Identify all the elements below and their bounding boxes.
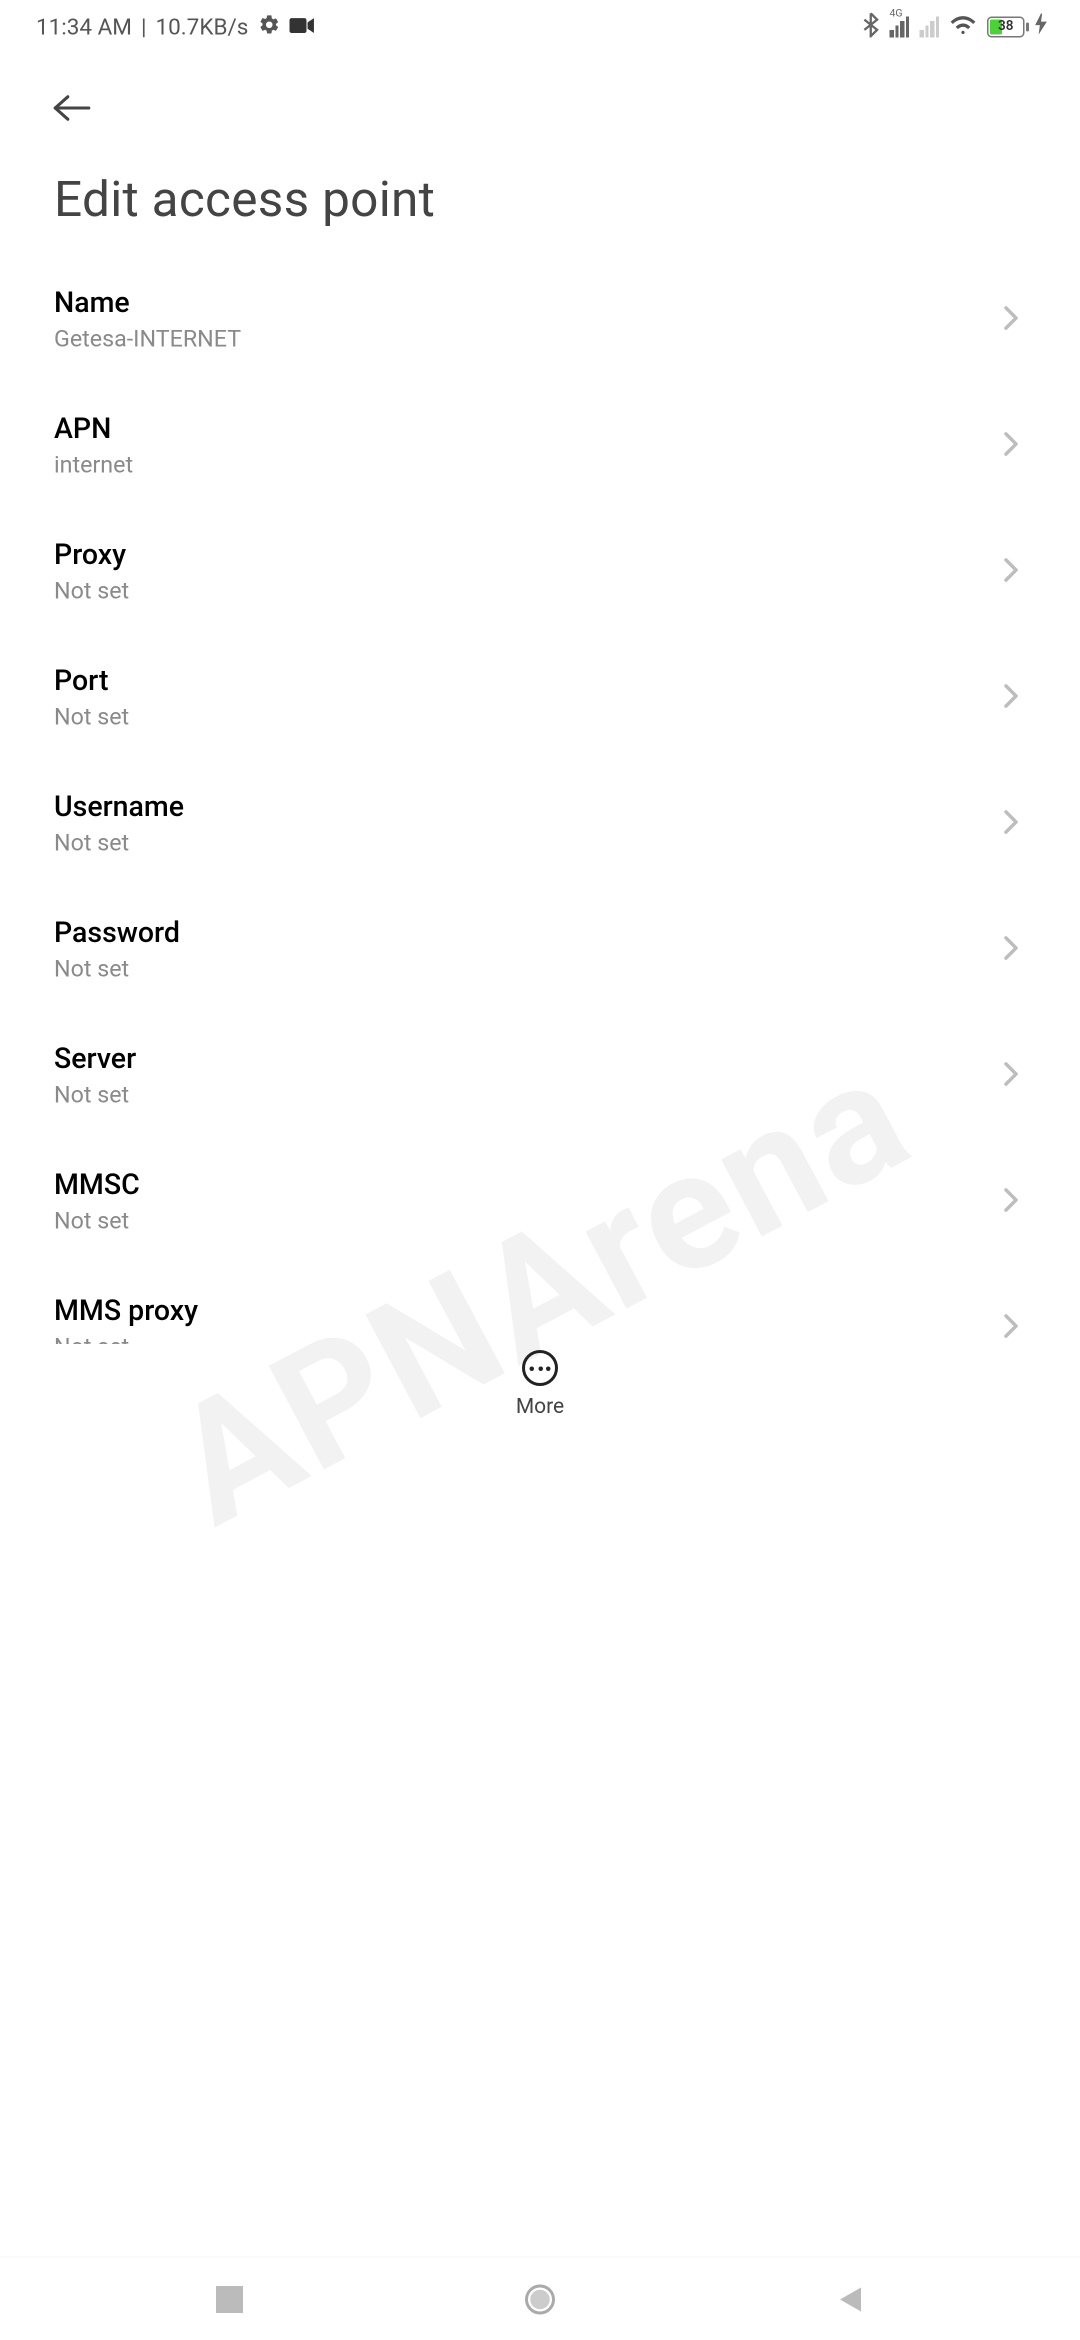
apn-field-row[interactable]: Username Not set xyxy=(0,759,1080,885)
field-value: Not set xyxy=(54,1333,198,1344)
more-label: More xyxy=(516,1395,564,1419)
nav-back-button[interactable] xyxy=(820,2269,880,2329)
chevron-right-icon xyxy=(996,1185,1026,1215)
chevron-right-icon xyxy=(996,681,1026,711)
apn-field-row[interactable]: Server Not set xyxy=(0,1011,1080,1137)
field-label: Port xyxy=(54,662,129,697)
signal-4g-icon: 4G xyxy=(890,17,910,38)
field-label: Proxy xyxy=(54,536,129,571)
chevron-right-icon xyxy=(996,933,1026,963)
field-value: Getesa-INTERNET xyxy=(54,325,241,352)
apn-field-row[interactable]: MMS proxy Not set xyxy=(0,1263,1080,1344)
field-value: internet xyxy=(54,451,133,478)
signal-sim2-icon xyxy=(920,17,940,38)
ellipsis-icon xyxy=(522,1350,558,1386)
content-viewport: Name Getesa-INTERNET APN internet Proxy … xyxy=(0,249,1080,1344)
header xyxy=(0,54,1080,147)
field-value: Not set xyxy=(54,1081,136,1108)
chevron-right-icon xyxy=(996,1059,1026,1089)
chevron-right-icon xyxy=(996,1311,1026,1341)
bluetooth-icon xyxy=(863,11,880,43)
apn-field-row[interactable]: APN internet xyxy=(0,381,1080,507)
status-time: 11:34 AM xyxy=(36,14,132,41)
more-button[interactable]: More xyxy=(516,1350,564,1419)
field-value: Not set xyxy=(54,1207,140,1234)
chevron-right-icon xyxy=(996,807,1026,837)
status-netspeed: 10.7KB/s xyxy=(155,14,248,41)
status-bar: 11:34 AM | 10.7KB/s 4G xyxy=(0,0,1080,54)
field-label: MMS proxy xyxy=(54,1292,198,1327)
field-label: Password xyxy=(54,914,180,949)
apn-field-row[interactable]: Password Not set xyxy=(0,885,1080,1011)
field-value: Not set xyxy=(54,829,184,856)
field-value: Not set xyxy=(54,577,129,604)
chevron-right-icon xyxy=(996,555,1026,585)
gear-icon xyxy=(257,13,280,42)
chevron-right-icon xyxy=(996,303,1026,333)
chevron-right-icon xyxy=(996,429,1026,459)
field-value: Not set xyxy=(54,955,180,982)
field-label: Server xyxy=(54,1040,136,1075)
back-button[interactable] xyxy=(51,78,111,138)
status-right: 4G 38 xyxy=(863,11,1048,43)
page-title: Edit access point xyxy=(0,147,1080,263)
apn-field-list: Name Getesa-INTERNET APN internet Proxy … xyxy=(0,249,1080,1344)
apn-field-row[interactable]: Port Not set xyxy=(0,633,1080,759)
video-icon xyxy=(289,14,315,41)
field-label: MMSC xyxy=(54,1166,140,1201)
apn-field-row[interactable]: Proxy Not set xyxy=(0,507,1080,633)
apn-field-row[interactable]: MMSC Not set xyxy=(0,1137,1080,1263)
battery-icon: 38 xyxy=(987,17,1025,38)
wifi-icon xyxy=(950,14,977,41)
apn-field-row[interactable]: Name Getesa-INTERNET xyxy=(0,255,1080,381)
nav-home-button[interactable] xyxy=(510,2269,570,2329)
charging-icon xyxy=(1035,14,1047,41)
system-nav-bar xyxy=(0,2256,1080,2340)
field-value: Not set xyxy=(54,703,129,730)
nav-recent-button[interactable] xyxy=(200,2269,260,2329)
field-label: Username xyxy=(54,788,184,823)
field-label: Name xyxy=(54,284,241,319)
status-left: 11:34 AM | 10.7KB/s xyxy=(36,13,314,42)
field-label: APN xyxy=(54,410,133,445)
